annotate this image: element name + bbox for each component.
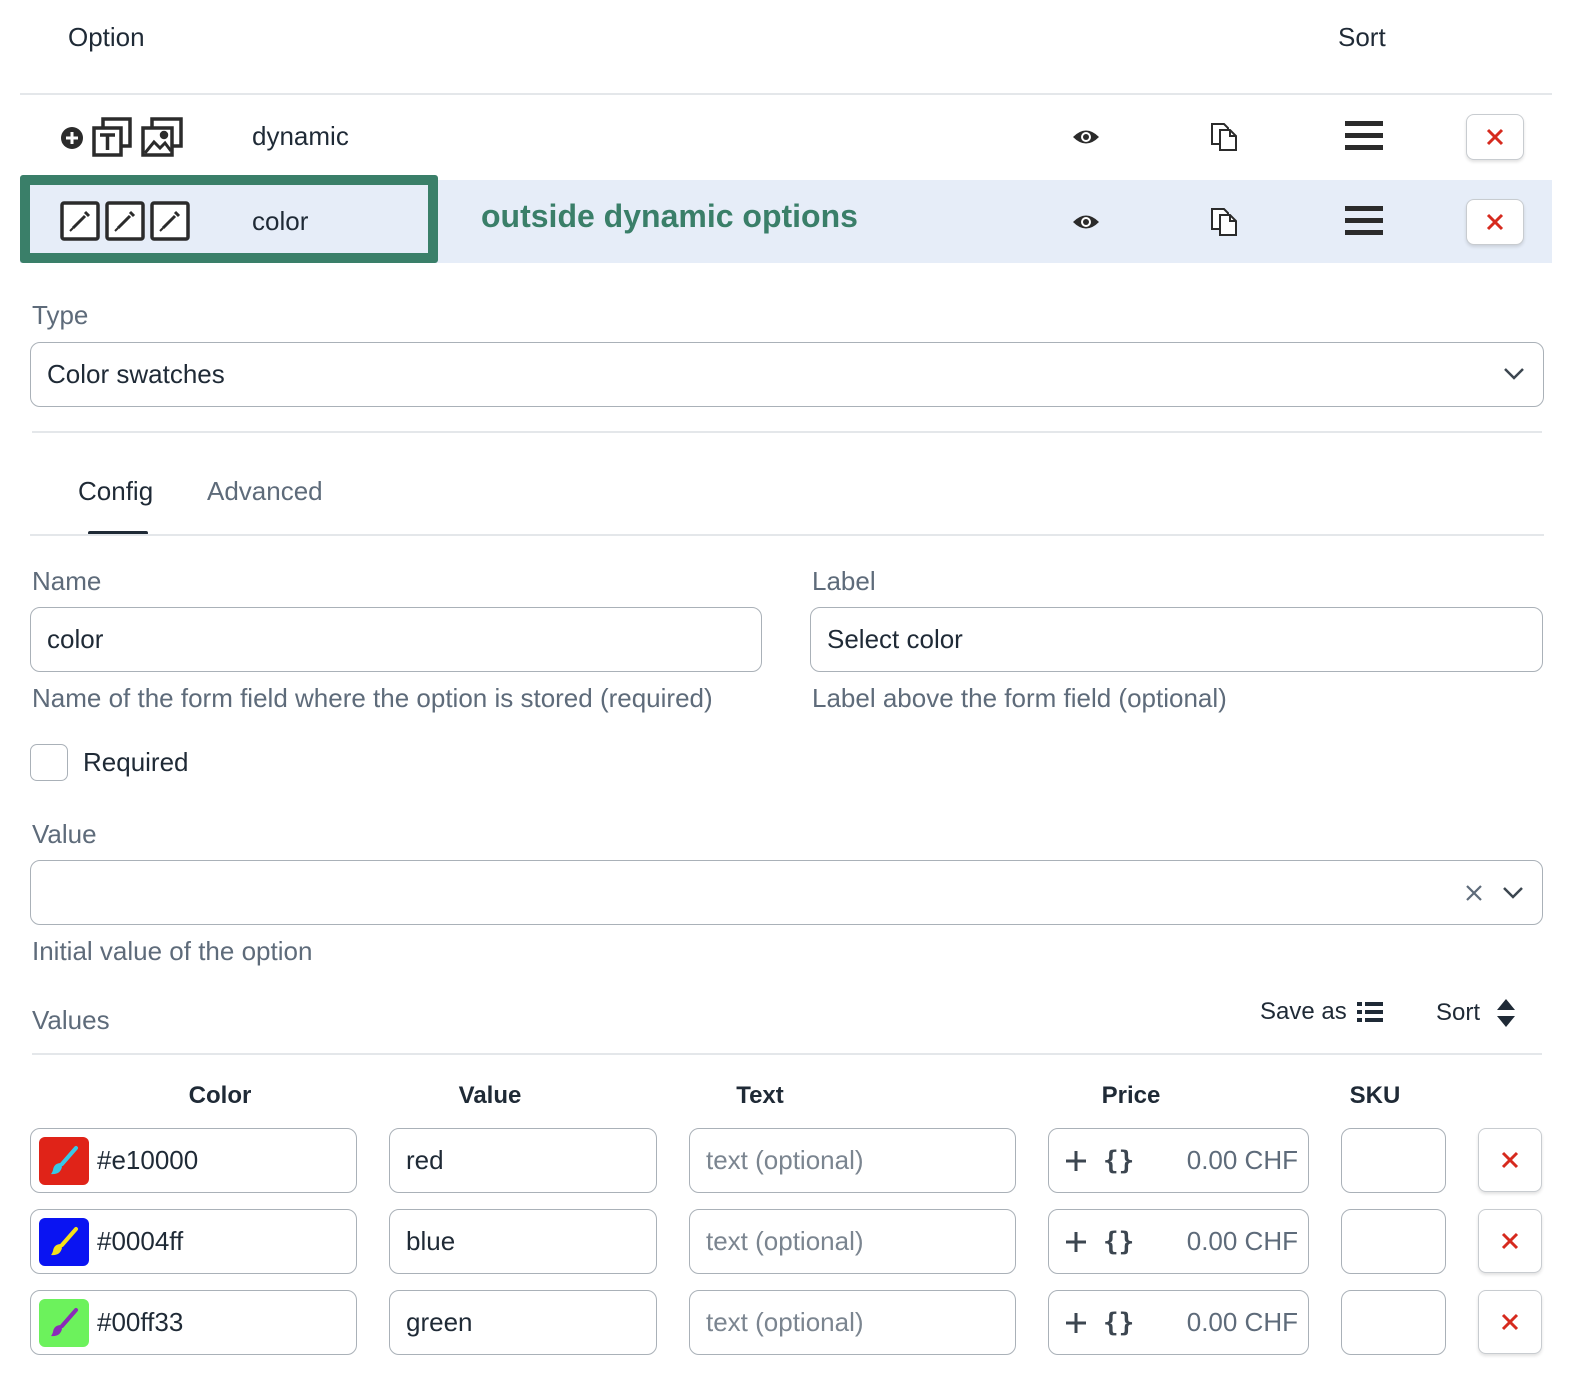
- column-header-text: Text: [736, 1082, 784, 1109]
- plus-icon[interactable]: [1065, 1150, 1087, 1172]
- table-row-price-input[interactable]: {} 0.00 CHF: [1048, 1209, 1309, 1274]
- delete-option-button[interactable]: [1466, 199, 1524, 245]
- tabs-divider: [30, 534, 1544, 536]
- header-divider: [20, 93, 1552, 95]
- close-icon: [1501, 1232, 1519, 1250]
- option-column-header: Option: [68, 22, 145, 52]
- price-value: 0.00 CHF: [1186, 1226, 1298, 1256]
- color-hex-value: #e10000: [97, 1145, 199, 1175]
- color-swatch[interactable]: [39, 1298, 89, 1347]
- tab-config[interactable]: Config: [78, 476, 153, 507]
- annotation-label: outside dynamic options: [481, 198, 858, 234]
- add-circle-icon[interactable]: [60, 126, 84, 155]
- save-as-label: Save as: [1260, 998, 1347, 1025]
- curly-braces-icon[interactable]: {}: [1103, 1308, 1134, 1338]
- close-icon: [1486, 213, 1504, 231]
- table-row-price-input[interactable]: {} 0.00 CHF: [1048, 1290, 1309, 1355]
- sort-values-button[interactable]: Sort: [1436, 998, 1516, 1028]
- table-row-color-input[interactable]: #0004ff: [30, 1209, 357, 1274]
- table-row-price-input[interactable]: {} 0.00 CHF: [1048, 1128, 1309, 1193]
- type-select-value: Color swatches: [47, 359, 225, 389]
- values-label: Values: [32, 1005, 110, 1035]
- column-header-value: Value: [458, 1082, 522, 1109]
- table-row-text-input[interactable]: text (optional): [689, 1128, 1016, 1193]
- copy-icon[interactable]: [1210, 207, 1238, 242]
- color-swatch[interactable]: [39, 1217, 89, 1266]
- chevron-down-icon: [1504, 368, 1524, 380]
- curly-braces-icon[interactable]: {}: [1103, 1227, 1134, 1257]
- eye-icon[interactable]: [1072, 213, 1100, 236]
- table-row-color-input[interactable]: #e10000: [30, 1128, 357, 1193]
- color-hex-value: #00ff33: [97, 1307, 184, 1337]
- name-label: Name: [32, 566, 102, 596]
- plus-icon[interactable]: [1065, 1231, 1087, 1253]
- brush-icon: [51, 1145, 78, 1174]
- value-label: Value: [32, 819, 97, 849]
- delete-value-button[interactable]: [1478, 1209, 1542, 1273]
- price-value: 0.00 CHF: [1186, 1307, 1298, 1337]
- value-help-text: Initial value of the option: [32, 936, 313, 966]
- delete-value-button[interactable]: [1478, 1128, 1542, 1192]
- text-copy-icon[interactable]: [91, 116, 133, 163]
- color-hex-value: #0004ff: [97, 1226, 184, 1256]
- label-input[interactable]: Select color: [810, 607, 1543, 672]
- table-row-sku-input[interactable]: [1341, 1290, 1446, 1355]
- type-label: Type: [32, 300, 89, 330]
- sort-icon: [1497, 999, 1516, 1027]
- table-row-sku-input[interactable]: [1341, 1128, 1446, 1193]
- brush-icon: [51, 1226, 78, 1255]
- delete-value-button[interactable]: [1478, 1290, 1542, 1354]
- type-select[interactable]: Color swatches: [30, 342, 1544, 407]
- color-swatch[interactable]: [39, 1136, 89, 1185]
- name-input[interactable]: color: [30, 607, 762, 672]
- required-label[interactable]: Required: [83, 747, 189, 778]
- save-as-button[interactable]: Save as: [1260, 998, 1383, 1026]
- edit-icon[interactable]: [105, 201, 145, 246]
- section-divider: [32, 431, 1542, 433]
- plus-icon[interactable]: [1065, 1312, 1087, 1334]
- option-name-dynamic[interactable]: dynamic: [252, 121, 349, 152]
- delete-option-button[interactable]: [1466, 114, 1524, 160]
- values-divider: [32, 1053, 1542, 1055]
- drag-handle-icon[interactable]: [1345, 120, 1383, 157]
- column-header-price: Price: [1101, 1082, 1161, 1109]
- tab-advanced[interactable]: Advanced: [207, 476, 323, 507]
- eye-icon[interactable]: [1072, 128, 1100, 151]
- drag-handle-icon[interactable]: [1345, 205, 1383, 242]
- value-select[interactable]: [30, 860, 1543, 925]
- table-row-value-input[interactable]: blue: [389, 1209, 657, 1274]
- table-row-text-input[interactable]: text (optional): [689, 1290, 1016, 1355]
- label-help-text: Label above the form field (optional): [812, 683, 1227, 713]
- curly-braces-icon[interactable]: {}: [1103, 1146, 1134, 1176]
- table-row-text-input[interactable]: text (optional): [689, 1209, 1016, 1274]
- option-name-color[interactable]: color: [252, 206, 308, 237]
- name-help-text: Name of the form field where the option …: [32, 683, 713, 713]
- brush-icon: [51, 1307, 78, 1336]
- edit-icon[interactable]: [150, 201, 190, 246]
- close-icon: [1486, 128, 1504, 146]
- table-row-color-input[interactable]: #00ff33: [30, 1290, 357, 1355]
- close-icon: [1501, 1313, 1519, 1331]
- list-icon: [1356, 1002, 1383, 1022]
- sort-column-header: Sort: [1338, 22, 1386, 52]
- column-header-color: Color: [188, 1082, 252, 1109]
- clear-icon[interactable]: [1464, 883, 1484, 903]
- table-row-sku-input[interactable]: [1341, 1209, 1446, 1274]
- sort-values-label: Sort: [1436, 999, 1481, 1026]
- copy-icon[interactable]: [1210, 122, 1238, 157]
- close-icon: [1501, 1151, 1519, 1169]
- table-row-value-input[interactable]: green: [389, 1290, 657, 1355]
- required-checkbox[interactable]: [30, 744, 68, 781]
- edit-icon[interactable]: [60, 201, 100, 246]
- image-copy-icon[interactable]: [140, 116, 184, 163]
- chevron-down-icon[interactable]: [1502, 886, 1524, 900]
- price-value: 0.00 CHF: [1186, 1145, 1298, 1175]
- column-header-sku: SKU: [1349, 1082, 1401, 1109]
- table-row-value-input[interactable]: red: [389, 1128, 657, 1193]
- label-label: Label: [812, 566, 876, 596]
